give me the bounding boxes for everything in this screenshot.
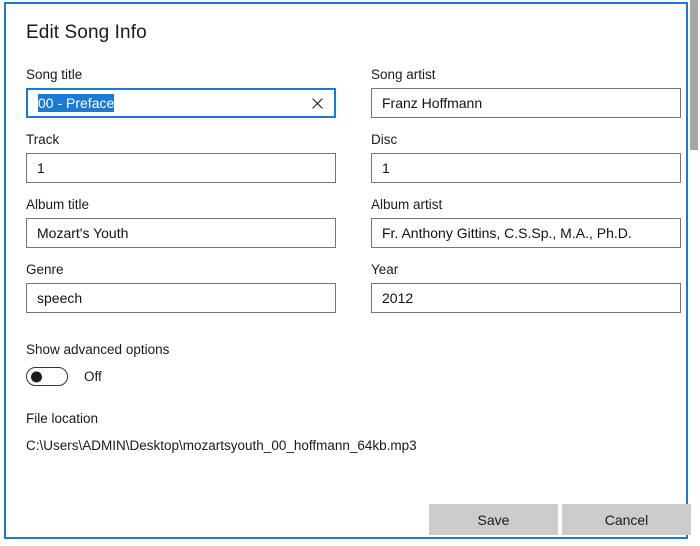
field-label-album-title: Album title xyxy=(26,197,90,212)
field-album-artist: Album artist Fr. Anthony Gittins, C.S.Sp… xyxy=(371,196,681,248)
file-location-group: File location C:\Users\ADMIN\Desktop\moz… xyxy=(26,410,417,454)
disc-input[interactable]: 1 xyxy=(371,153,681,183)
toggle-knob xyxy=(31,371,42,382)
disc-value: 1 xyxy=(382,160,390,176)
advanced-options-group: Show advanced options Off xyxy=(26,341,169,386)
save-button[interactable]: Save xyxy=(429,504,558,535)
genre-input[interactable]: speech xyxy=(26,283,336,313)
track-value: 1 xyxy=(37,160,45,176)
field-disc: Disc 1 xyxy=(371,131,681,183)
field-label-song-title: Song title xyxy=(26,67,83,82)
album-title-input[interactable]: Mozart's Youth xyxy=(26,218,336,248)
file-location-path: C:\Users\ADMIN\Desktop\mozartsyouth_00_h… xyxy=(26,438,417,453)
genre-value: speech xyxy=(37,290,83,306)
advanced-options-label: Show advanced options xyxy=(26,342,170,357)
year-input[interactable]: 2012 xyxy=(371,283,681,313)
field-album-title: Album title Mozart's Youth xyxy=(26,196,336,248)
song-title-input[interactable]: 00 - Preface xyxy=(26,88,336,118)
advanced-options-toggle[interactable] xyxy=(26,367,68,386)
field-song-title: Song title 00 - Preface xyxy=(26,66,336,118)
song-title-value: 00 - Preface xyxy=(38,94,115,112)
year-value: 2012 xyxy=(382,290,414,306)
field-label-year: Year xyxy=(371,262,399,277)
field-label-disc: Disc xyxy=(371,132,398,147)
dialog-footer: Save Cancel xyxy=(6,504,691,537)
album-title-value: Mozart's Youth xyxy=(37,225,129,241)
field-label-song-artist: Song artist xyxy=(371,67,436,82)
field-label-track: Track xyxy=(26,132,60,147)
screen: Edit Song Info Song title 00 - Preface S… xyxy=(0,0,700,546)
track-input[interactable]: 1 xyxy=(26,153,336,183)
song-artist-value: Franz Hoffmann xyxy=(382,95,483,111)
page-title: Edit Song Info xyxy=(26,22,147,43)
close-icon[interactable] xyxy=(304,90,330,116)
album-artist-value: Fr. Anthony Gittins, C.S.Sp., M.A., Ph.D… xyxy=(382,225,632,241)
cancel-button[interactable]: Cancel xyxy=(562,504,691,535)
field-label-genre: Genre xyxy=(26,262,64,277)
vertical-scrollbar-thumb[interactable] xyxy=(690,0,698,150)
field-genre: Genre speech xyxy=(26,261,336,313)
advanced-options-row: Off xyxy=(26,367,169,386)
field-song-artist: Song artist Franz Hoffmann xyxy=(371,66,681,118)
field-track: Track 1 xyxy=(26,131,336,183)
field-label-album-artist: Album artist xyxy=(371,197,443,212)
file-location-label: File location xyxy=(26,411,99,426)
song-artist-input[interactable]: Franz Hoffmann xyxy=(371,88,681,118)
edit-song-info-dialog: Edit Song Info Song title 00 - Preface S… xyxy=(4,2,691,539)
advanced-options-state: Off xyxy=(84,369,102,384)
album-artist-input[interactable]: Fr. Anthony Gittins, C.S.Sp., M.A., Ph.D… xyxy=(371,218,681,248)
field-year: Year 2012 xyxy=(371,261,681,313)
